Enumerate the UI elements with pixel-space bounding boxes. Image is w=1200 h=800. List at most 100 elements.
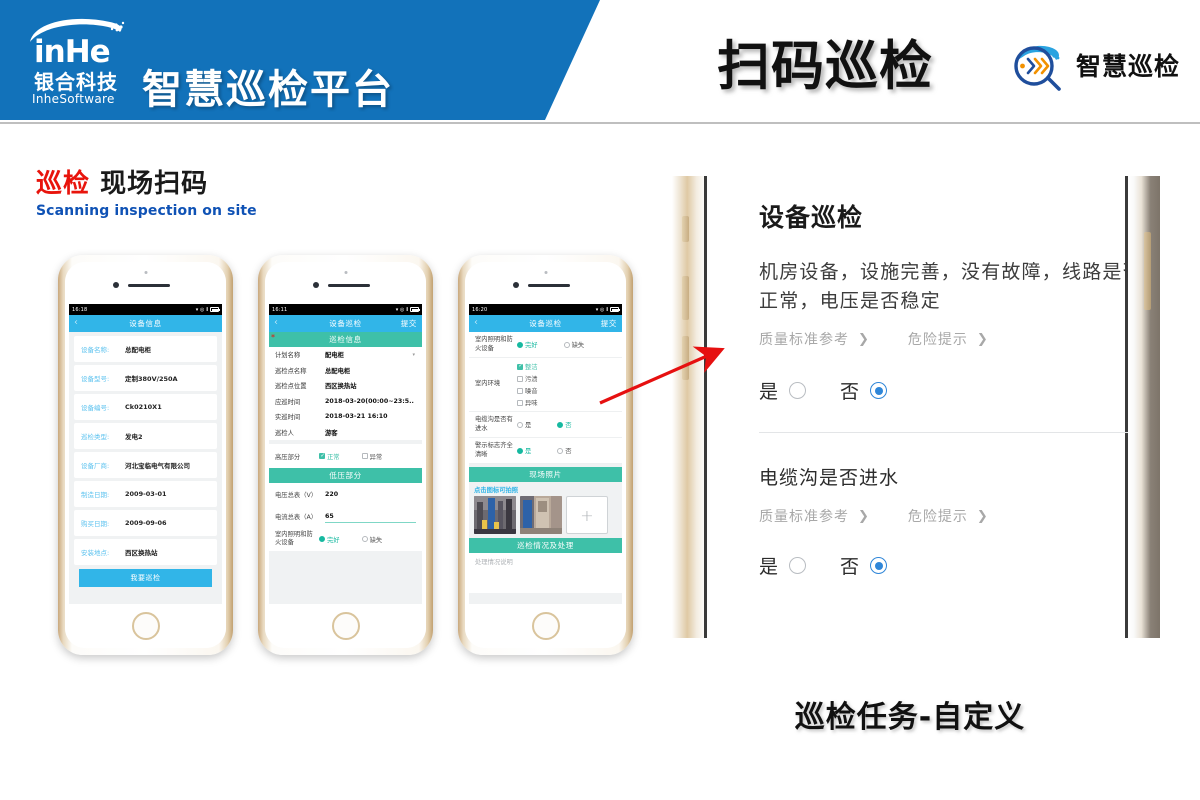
radio-missing[interactable]: 缺失 <box>361 535 383 544</box>
phone2-body: 16:11 ▾ ◎ ⦀ ‹ 设备巡检 提交 * 巡检信息 计划名称 配电柜 ▾ … <box>265 262 426 648</box>
risk-warning-label: 危险提示 <box>907 509 968 525</box>
back-chevron-icon[interactable]: ‹ <box>274 318 279 328</box>
radio-no-q2[interactable]: 否 <box>840 552 888 579</box>
start-inspection-button[interactable]: 我要巡检 <box>79 569 212 587</box>
signal-icon: ⦀ <box>206 306 209 313</box>
current-field[interactable]: 电流总表（A） 65 <box>269 505 422 527</box>
volume-down-button[interactable] <box>682 336 689 380</box>
field-label: 电压总表（V） <box>275 491 318 499</box>
radio-missing[interactable]: 缺失 <box>563 340 585 349</box>
radio-good[interactable]: 完好 <box>319 535 340 544</box>
field-value: Ck0210X1 <box>125 403 162 411</box>
risk-warning-label: 危险提示 <box>907 332 968 348</box>
quality-standard-link[interactable]: 质量标准参考 ❯ <box>759 506 870 526</box>
checkbox-unchecked-icon <box>361 453 368 459</box>
high-voltage-row: 高压部分 正常 异常 <box>269 444 422 468</box>
radio-good[interactable]: 完好 <box>517 340 538 349</box>
radio-yes[interactable]: 是 <box>517 446 531 455</box>
voltage-field[interactable]: 电压总表（V） 220 <box>269 483 422 505</box>
radio-yes-q2[interactable]: 是 <box>759 552 807 579</box>
wifi-icon: ▾ <box>395 306 399 313</box>
checkbox-stain[interactable]: 污渍 <box>517 374 567 383</box>
radio-no[interactable]: 否 <box>557 420 572 429</box>
radio-yes-label: 是 <box>759 381 779 403</box>
section-title-red: 巡检 <box>36 169 91 199</box>
quality-standard-label: 质量标准参考 <box>759 332 849 348</box>
home-button-icon[interactable] <box>531 612 560 640</box>
field-label: 安装地点: <box>81 549 110 557</box>
chevron-right-icon: ❯ <box>976 508 989 524</box>
field-label: 室内照明和防火设备 <box>475 336 513 352</box>
field-label: 设备编号: <box>81 404 110 412</box>
section-header-label: 巡检情况及处理 <box>517 541 574 550</box>
status-time: 16:11 <box>272 306 288 313</box>
phone3-body: 16:20 ▾ ◎ ⦀ ‹ 设备巡检 提交 室内照明和防火设备 完好 缺失 室内… <box>465 262 626 648</box>
radio-unselected-icon <box>557 447 564 454</box>
earpiece-speaker <box>528 284 570 287</box>
chevron-down-icon[interactable]: ▾ <box>412 352 415 358</box>
back-chevron-icon[interactable]: ‹ <box>474 318 479 328</box>
phone3-navbar: ‹ 设备巡检 提交 <box>469 315 622 332</box>
list-item: 购买日期: 2009-09-06 <box>74 510 217 536</box>
submit-button[interactable]: 提交 <box>601 318 617 329</box>
home-button-icon[interactable] <box>131 612 160 640</box>
footer-caption: 巡检任务-自定义 <box>794 700 1026 735</box>
radio-selected-icon <box>319 536 325 542</box>
status-time: 16:20 <box>472 306 488 313</box>
photo-thumbnail[interactable] <box>520 496 562 534</box>
question-2-text: 电缆沟是否进水 <box>759 467 900 489</box>
checkbox-label: 正常 <box>327 453 340 461</box>
checkbox-unchecked-icon <box>517 399 523 406</box>
photo-thumbnail[interactable] <box>474 496 516 534</box>
radio-no-q1[interactable]: 否 <box>840 377 888 404</box>
section-header-label: 低压部分 <box>329 471 362 480</box>
phone3-sensor-dot <box>544 271 547 274</box>
wifi-icon: ▾ <box>595 306 599 313</box>
quality-standard-link[interactable]: 质量标准参考 ❯ <box>759 329 870 349</box>
page-title: 扫码巡检 <box>717 36 933 97</box>
checkbox-unchecked-icon <box>517 387 523 394</box>
radio-no[interactable]: 否 <box>557 446 572 455</box>
phone3-screen: 16:20 ▾ ◎ ⦀ ‹ 设备巡检 提交 室内照明和防火设备 完好 缺失 室内… <box>469 304 622 604</box>
photo-hint-text: 点击图标可拍照 <box>474 487 519 494</box>
volume-up-button[interactable] <box>682 276 689 320</box>
checkbox-clean[interactable]: 整洁 <box>517 362 567 371</box>
radio-label: 缺失 <box>369 536 383 544</box>
radio-yes[interactable]: 是 <box>517 420 531 429</box>
risk-warning-link[interactable]: 危险提示 ❯ <box>908 506 989 526</box>
checkbox-odor[interactable]: 异味 <box>517 398 567 407</box>
product-brand: 智慧巡检 <box>1010 38 1180 92</box>
checkbox-normal[interactable]: 正常 <box>319 452 340 461</box>
radio-label: 否 <box>565 448 572 455</box>
slide-canvas: inHe 银合科技 InheSoftware 智慧巡检平台 扫码巡检 智慧巡检 … <box>0 0 1200 800</box>
form-row: 巡检点名称 总配电柜 <box>269 362 422 378</box>
add-photo-button[interactable]: + <box>566 496 608 534</box>
field-value: 定制380V/250A <box>125 375 178 383</box>
field-value: 游客 <box>325 429 338 437</box>
checkbox-label: 整洁 <box>525 364 538 371</box>
field-label: 电缆沟是否有进水 <box>475 416 513 432</box>
product-brand-label: 智慧巡检 <box>1075 52 1180 81</box>
phone1-navbar: ‹ 设备信息 <box>69 315 222 332</box>
section-subtitle: Scanning inspection on site <box>36 203 257 219</box>
phone2-screen: 16:11 ▾ ◎ ⦀ ‹ 设备巡检 提交 * 巡检信息 计划名称 配电柜 ▾ … <box>269 304 422 604</box>
phone1-status-bar: 16:18 ▾ ◎ ⦀ <box>69 304 222 315</box>
back-chevron-icon[interactable]: ‹ <box>74 318 79 328</box>
list-item: 设备厂商: 河北宝临电气有限公司 <box>74 452 217 478</box>
phone-left-bezel <box>672 176 706 638</box>
result-notes-input[interactable]: 处理情况说明 <box>469 553 622 593</box>
checkbox-noise[interactable]: 噪音 <box>517 386 567 395</box>
form-row[interactable]: 计划名称 配电柜 ▾ <box>269 347 422 363</box>
logo-english-name: InheSoftware <box>32 92 115 106</box>
warning-sign-question: 警示标志齐全清晰 是 否 <box>469 438 622 464</box>
risk-warning-link[interactable]: 危险提示 ❯ <box>908 329 989 349</box>
radio-yes-q1[interactable]: 是 <box>759 377 807 404</box>
submit-button[interactable]: 提交 <box>401 318 417 329</box>
mute-switch-icon[interactable] <box>682 216 689 242</box>
power-button[interactable] <box>1144 232 1151 310</box>
home-button-icon[interactable] <box>331 612 360 640</box>
radio-label: 缺失 <box>571 342 585 349</box>
required-mark: * <box>271 333 276 342</box>
checkbox-abnormal[interactable]: 异常 <box>361 452 382 461</box>
phone3-chin <box>465 604 626 648</box>
